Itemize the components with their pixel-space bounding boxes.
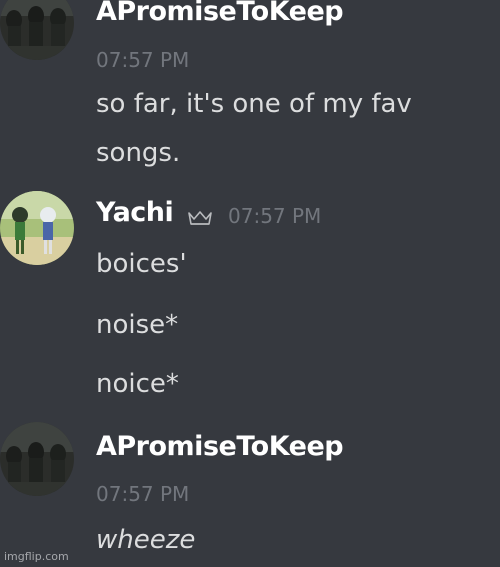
message-timestamp: 07:57 PM <box>96 48 190 72</box>
watermark: imgflip.com <box>4 550 69 563</box>
chat-message-list: APromiseToKeep 07:57 PM so far, it's one… <box>0 0 500 567</box>
message-text: noice* <box>96 369 179 399</box>
message-timestamp: 07:57 PM <box>228 204 322 228</box>
message-text: so far, it's one of my fav <box>96 89 412 119</box>
message-text: noise* <box>96 310 179 340</box>
message-username[interactable]: Yachi <box>96 197 174 228</box>
anime-characters-avatar-icon <box>0 191 74 265</box>
user-avatar[interactable] <box>0 422 74 496</box>
message-username[interactable]: APromiseToKeep <box>96 431 344 462</box>
message-username[interactable]: APromiseToKeep <box>96 0 344 27</box>
message-text: boices' <box>96 249 187 279</box>
message-text: wheeze <box>96 525 196 555</box>
user-avatar[interactable] <box>0 191 74 265</box>
dark-forest-soldiers-avatar-icon <box>0 422 74 496</box>
user-avatar[interactable] <box>0 0 74 60</box>
crown-icon <box>188 211 212 225</box>
message-text: songs. <box>96 138 181 168</box>
message-timestamp: 07:57 PM <box>96 482 190 506</box>
dark-forest-soldiers-avatar-icon <box>0 0 74 60</box>
